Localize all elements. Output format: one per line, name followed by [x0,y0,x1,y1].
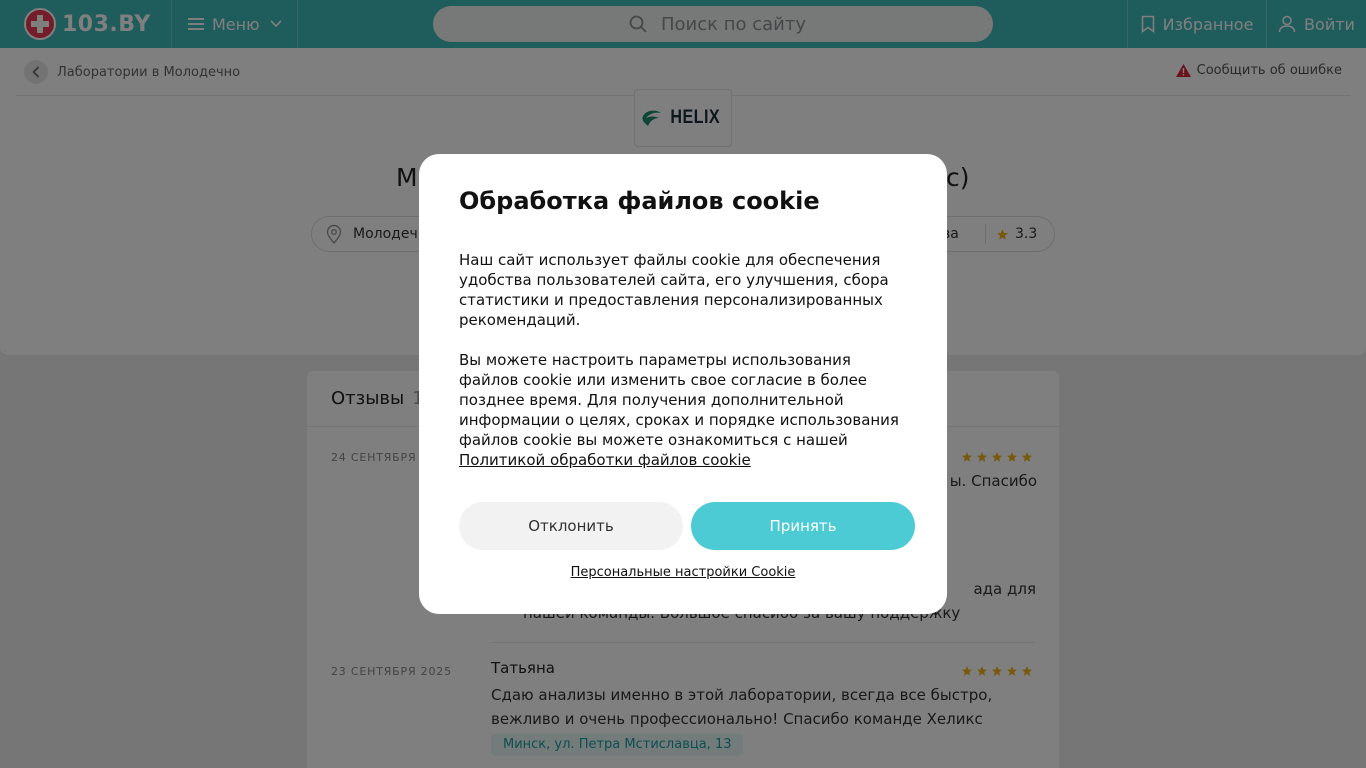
cookie-modal-title: Обработка файлов cookie [459,187,820,215]
cookie-policy-link[interactable]: Политикой обработки файлов cookie [459,451,751,469]
cookie-button-row: Отклонить Принять [459,502,915,550]
cookie-modal: Обработка файлов cookie Наш сайт использ… [419,154,947,614]
decline-button[interactable]: Отклонить [459,502,683,550]
accept-button[interactable]: Принять [691,502,915,550]
personal-cookie-settings-link[interactable]: Персональные настройки Cookie [419,565,947,580]
cookie-paragraph-2: Вы можете настроить параметры использова… [459,350,907,470]
cookie-paragraph-1: Наш сайт использует файлы cookie для обе… [459,251,889,329]
cookie-paragraph-2-text: Вы можете настроить параметры использова… [459,351,899,449]
